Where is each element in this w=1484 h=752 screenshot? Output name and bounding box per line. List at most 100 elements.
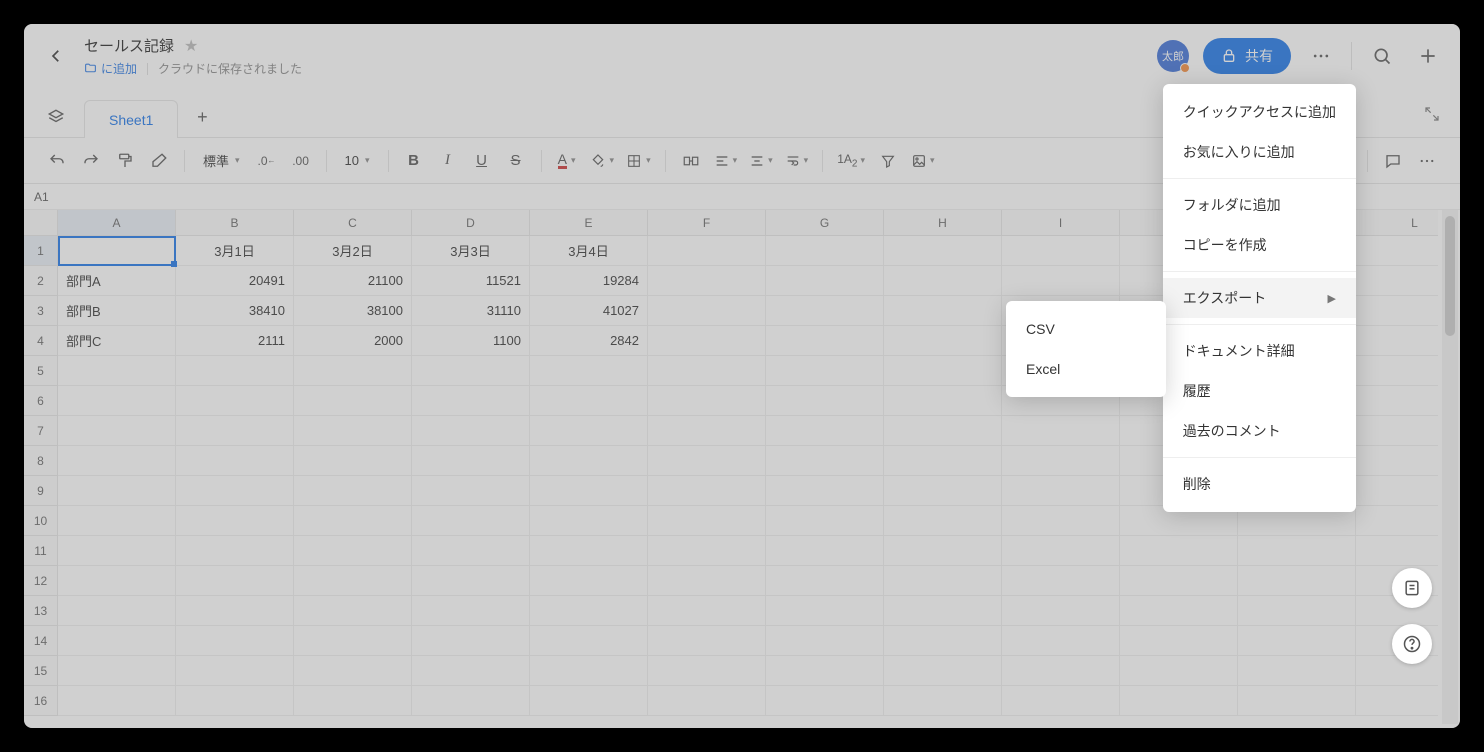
cell[interactable] bbox=[1356, 386, 1438, 416]
cell[interactable] bbox=[648, 506, 766, 536]
cell[interactable]: 41027 bbox=[530, 296, 648, 326]
cell[interactable] bbox=[176, 446, 294, 476]
h-align-icon[interactable]: ▾ bbox=[710, 146, 742, 176]
cell[interactable] bbox=[530, 536, 648, 566]
row-header[interactable]: 16 bbox=[24, 686, 58, 716]
cell[interactable] bbox=[884, 476, 1002, 506]
cell[interactable]: 20491 bbox=[176, 266, 294, 296]
cell[interactable] bbox=[176, 656, 294, 686]
cell[interactable]: 19284 bbox=[530, 266, 648, 296]
cell[interactable] bbox=[1002, 596, 1120, 626]
cell[interactable] bbox=[412, 626, 530, 656]
cell[interactable] bbox=[884, 506, 1002, 536]
cell[interactable] bbox=[176, 566, 294, 596]
cell[interactable] bbox=[294, 416, 412, 446]
row-header[interactable]: 13 bbox=[24, 596, 58, 626]
cell[interactable] bbox=[648, 596, 766, 626]
cell[interactable] bbox=[176, 416, 294, 446]
cell[interactable] bbox=[58, 656, 176, 686]
col-header[interactable]: C bbox=[294, 210, 412, 236]
cell[interactable] bbox=[1238, 536, 1356, 566]
cell[interactable] bbox=[58, 536, 176, 566]
cell[interactable] bbox=[766, 296, 884, 326]
cell[interactable] bbox=[648, 266, 766, 296]
col-header[interactable]: E bbox=[530, 210, 648, 236]
menu-details[interactable]: ドキュメント詳細 bbox=[1163, 331, 1356, 371]
cell[interactable] bbox=[884, 536, 1002, 566]
cell[interactable]: 部門B bbox=[58, 296, 176, 326]
italic-icon[interactable]: I bbox=[433, 146, 463, 176]
cell[interactable] bbox=[58, 476, 176, 506]
cell[interactable] bbox=[1356, 686, 1438, 716]
cell[interactable] bbox=[766, 416, 884, 446]
cell[interactable] bbox=[176, 476, 294, 506]
cell[interactable]: 2111 bbox=[176, 326, 294, 356]
cell[interactable] bbox=[884, 416, 1002, 446]
cell[interactable]: 3月2日 bbox=[294, 236, 412, 266]
cell[interactable] bbox=[294, 686, 412, 716]
cell[interactable] bbox=[884, 656, 1002, 686]
cell[interactable] bbox=[58, 446, 176, 476]
cell[interactable] bbox=[648, 416, 766, 446]
layers-icon[interactable] bbox=[42, 103, 70, 131]
bold-icon[interactable]: B bbox=[399, 146, 429, 176]
redo-icon[interactable] bbox=[76, 146, 106, 176]
merge-icon[interactable] bbox=[676, 146, 706, 176]
cell-name-box[interactable]: A1 bbox=[34, 190, 49, 204]
cell[interactable] bbox=[294, 506, 412, 536]
cell[interactable] bbox=[1356, 266, 1438, 296]
submenu-csv[interactable]: CSV bbox=[1006, 309, 1166, 349]
col-header[interactable]: A bbox=[58, 210, 176, 236]
cell[interactable] bbox=[412, 506, 530, 536]
cell[interactable]: 11521 bbox=[412, 266, 530, 296]
cell[interactable] bbox=[412, 566, 530, 596]
cell[interactable] bbox=[648, 476, 766, 506]
cell[interactable] bbox=[766, 476, 884, 506]
more-icon[interactable] bbox=[1305, 40, 1337, 72]
share-button[interactable]: 共有 bbox=[1203, 38, 1291, 74]
cell[interactable] bbox=[294, 536, 412, 566]
undo-icon[interactable] bbox=[42, 146, 72, 176]
cell[interactable] bbox=[1356, 506, 1438, 536]
cell[interactable] bbox=[1120, 656, 1238, 686]
cell[interactable] bbox=[766, 236, 884, 266]
star-icon[interactable]: ★ bbox=[184, 36, 198, 56]
cell[interactable] bbox=[766, 686, 884, 716]
cell[interactable] bbox=[648, 326, 766, 356]
cell[interactable] bbox=[412, 536, 530, 566]
cell[interactable] bbox=[648, 626, 766, 656]
cell[interactable] bbox=[58, 356, 176, 386]
cell[interactable] bbox=[412, 446, 530, 476]
cell[interactable] bbox=[1120, 686, 1238, 716]
v-align-icon[interactable]: ▾ bbox=[745, 146, 777, 176]
cell[interactable] bbox=[294, 596, 412, 626]
row-header[interactable]: 7 bbox=[24, 416, 58, 446]
cell[interactable] bbox=[176, 536, 294, 566]
cell[interactable] bbox=[1002, 236, 1120, 266]
cell[interactable] bbox=[58, 566, 176, 596]
cell[interactable] bbox=[884, 386, 1002, 416]
cell[interactable] bbox=[1002, 626, 1120, 656]
cell[interactable] bbox=[766, 266, 884, 296]
cell[interactable] bbox=[58, 686, 176, 716]
back-button[interactable] bbox=[44, 44, 68, 68]
cell[interactable] bbox=[884, 566, 1002, 596]
cell[interactable] bbox=[1002, 566, 1120, 596]
cell[interactable] bbox=[176, 596, 294, 626]
cell[interactable] bbox=[766, 506, 884, 536]
decrease-decimal-icon[interactable]: .0← bbox=[252, 146, 282, 176]
vertical-scrollbar[interactable] bbox=[1442, 210, 1458, 724]
cell[interactable] bbox=[884, 266, 1002, 296]
plus-icon[interactable] bbox=[1412, 40, 1444, 72]
col-header[interactable]: B bbox=[176, 210, 294, 236]
row-header[interactable]: 10 bbox=[24, 506, 58, 536]
notes-float-icon[interactable] bbox=[1392, 568, 1432, 608]
cell[interactable] bbox=[766, 656, 884, 686]
row-header[interactable]: 15 bbox=[24, 656, 58, 686]
cell[interactable] bbox=[294, 566, 412, 596]
cell[interactable] bbox=[294, 356, 412, 386]
cell[interactable] bbox=[530, 656, 648, 686]
menu-add-folder[interactable]: フォルダに追加 bbox=[1163, 185, 1356, 225]
expand-icon[interactable] bbox=[1424, 106, 1440, 127]
col-header[interactable]: G bbox=[766, 210, 884, 236]
